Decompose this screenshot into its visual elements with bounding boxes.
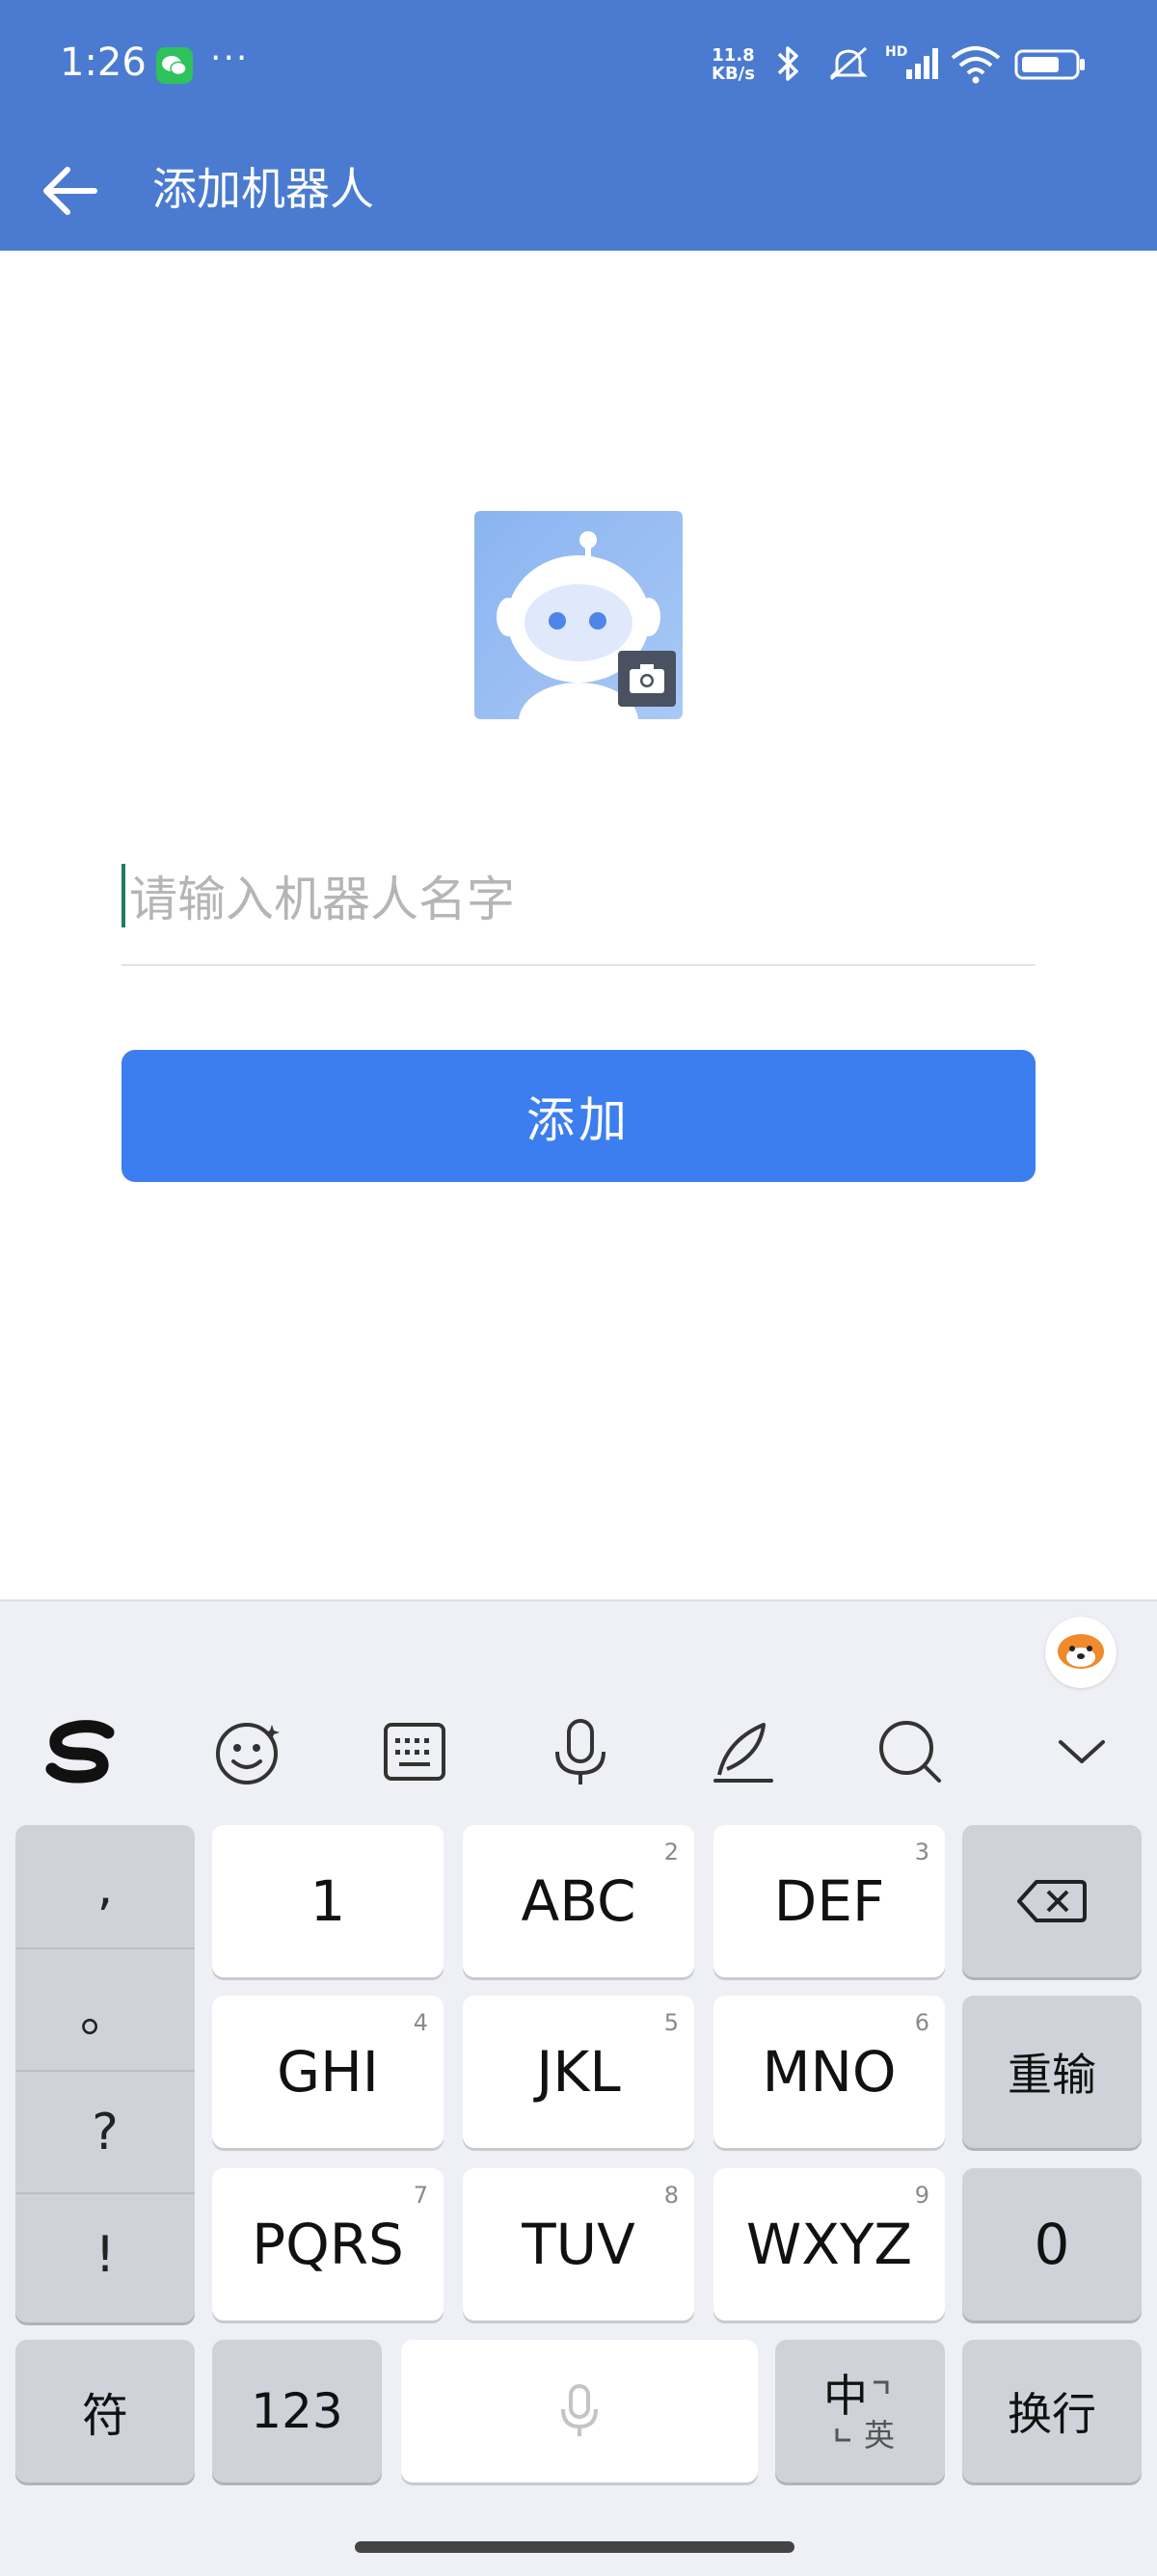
search-icon[interactable] <box>870 1711 951 1792</box>
svg-text:HD: HD <box>885 44 907 60</box>
key-8-tuv[interactable]: TUV 8 <box>463 2168 694 2321</box>
key-6-mno[interactable]: MNO 6 <box>713 1996 945 2148</box>
page-title: 添加机器人 <box>152 163 374 215</box>
delete-key[interactable] <box>962 1825 1142 1977</box>
mic-icon[interactable] <box>540 1711 621 1792</box>
status-time: 1:26 <box>60 40 147 85</box>
punct-key[interactable]: , <box>15 1827 195 1949</box>
reenter-key[interactable]: 重输 <box>962 1996 1142 2148</box>
newline-key[interactable]: 换行 <box>962 2340 1142 2482</box>
keyboard-icon[interactable] <box>374 1711 455 1792</box>
handwriting-icon[interactable] <box>704 1711 785 1792</box>
wechat-icon <box>156 47 193 84</box>
home-indicator[interactable] <box>355 2541 794 2553</box>
back-button[interactable] <box>37 152 106 229</box>
collapse-keyboard-icon[interactable] <box>1041 1711 1122 1792</box>
mascot-icon[interactable] <box>1045 1617 1117 1688</box>
punct-key[interactable]: 。 <box>15 1949 195 2072</box>
robot-name-input[interactable] <box>121 858 1036 941</box>
app-bar: 添加机器人 <box>0 131 1157 251</box>
key-9-wxyz[interactable]: WXYZ 9 <box>713 2168 945 2321</box>
wifi-icon <box>951 46 1001 84</box>
punctuation-panel: , 。 ? ! <box>15 1825 195 2322</box>
punct-key[interactable]: ? <box>15 2072 195 2194</box>
key-7-pqrs[interactable]: PQRS 7 <box>212 2168 444 2321</box>
battery-icon <box>1014 49 1085 80</box>
net-speed: 11.8 KB/s <box>712 45 755 84</box>
hd-signal-icon: HD <box>885 44 938 79</box>
back-arrow-icon <box>43 167 97 215</box>
key-0[interactable]: 0 <box>962 2168 1142 2321</box>
key-5-jkl[interactable]: JKL 5 <box>463 1996 694 2148</box>
name-field <box>121 858 1036 966</box>
punct-key[interactable]: ! <box>15 2194 195 2315</box>
sogou-logo-icon[interactable] <box>40 1711 121 1792</box>
bluetooth-icon <box>777 46 798 81</box>
switch-bracket-icon <box>835 2380 889 2442</box>
status-more: ··· <box>210 39 250 78</box>
key-2-abc[interactable]: ABC 2 <box>463 1825 694 1977</box>
key-4-ghi[interactable]: GHI 4 <box>212 1996 444 2148</box>
language-switch-key[interactable]: 中 英 <box>775 2340 945 2482</box>
key-1[interactable]: 1 <box>212 1825 444 1977</box>
emoji-icon[interactable] <box>208 1711 289 1792</box>
symbols-key[interactable]: 符 <box>15 2340 195 2482</box>
camera-icon[interactable] <box>618 651 676 707</box>
add-button[interactable]: 添加 <box>121 1050 1036 1182</box>
key-3-def[interactable]: DEF 3 <box>713 1825 945 1977</box>
status-bar: 1:26 ··· 11.8 KB/s HD <box>0 0 1157 131</box>
mic-icon <box>561 2384 598 2436</box>
backspace-icon <box>1017 1880 1087 1922</box>
numbers-key[interactable]: 123 <box>212 2340 382 2482</box>
space-key[interactable] <box>401 2340 758 2482</box>
mute-icon <box>829 46 868 81</box>
